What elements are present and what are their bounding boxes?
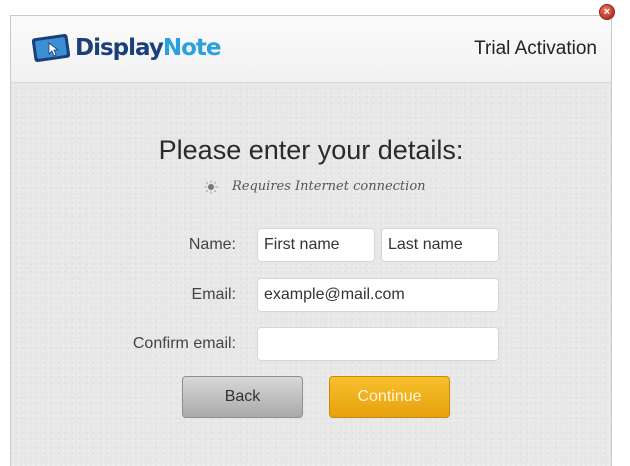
window-title: Trial Activation xyxy=(474,38,597,59)
logo-text-note: Note xyxy=(162,35,222,61)
back-button[interactable]: Back xyxy=(182,376,303,418)
logo-text-display: Display xyxy=(75,35,164,61)
email-input[interactable]: example@mail.com xyxy=(257,278,499,312)
note-text: Requires Internet connection xyxy=(232,179,426,194)
logo-text: DisplayNote xyxy=(75,35,222,61)
bulb-icon xyxy=(204,180,218,193)
internet-requirement-note: Requires Internet connection xyxy=(204,179,426,194)
name-label: Name: xyxy=(188,236,236,253)
form-heading: Please enter your details: xyxy=(158,135,464,165)
app-logo: DisplayNote xyxy=(31,31,222,65)
confirm-email-input[interactable] xyxy=(257,327,499,361)
continue-button[interactable]: Continue xyxy=(329,376,450,418)
window-header: DisplayNote Trial Activation xyxy=(11,16,611,83)
first-name-input[interactable]: First name xyxy=(257,228,375,262)
confirm-email-label: Confirm email: xyxy=(132,335,236,352)
email-label: Email: xyxy=(191,286,236,303)
displaynote-logo-icon xyxy=(31,33,71,63)
last-name-input[interactable]: Last name xyxy=(381,228,499,262)
activation-window: DisplayNote Trial Activation Please ente… xyxy=(10,15,612,466)
close-icon[interactable]: × xyxy=(599,4,615,20)
form-area: Please enter your details: Requires Inte… xyxy=(11,83,611,466)
